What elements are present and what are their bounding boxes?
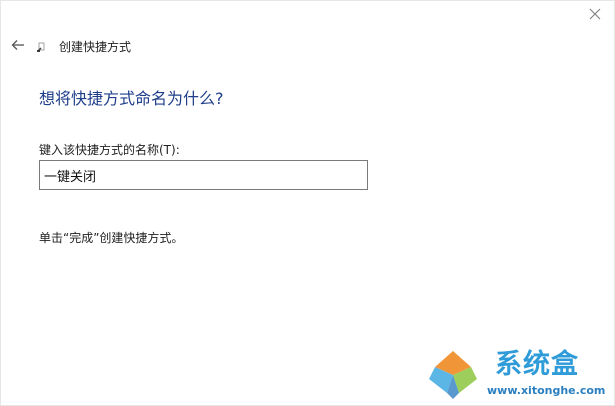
watermark-url-text: www.xitonghe.com xyxy=(487,384,606,397)
shortcut-name-label: 键入该快捷方式的名称(T): xyxy=(39,143,180,157)
page-title: 想将快捷方式命名为什么? xyxy=(39,89,224,108)
finish-instruction-text: 单击“完成”创建快捷方式。 xyxy=(39,231,184,245)
watermark-brand-text: 系统盒 xyxy=(495,349,579,380)
watermark: 系统盒 www.xitonghe.com xyxy=(425,345,611,403)
back-arrow-icon xyxy=(11,40,24,50)
close-icon xyxy=(589,8,601,20)
watermark-logo-icon xyxy=(429,351,477,399)
shortcut-wizard-icon xyxy=(37,42,45,52)
shortcut-name-input[interactable] xyxy=(39,160,368,190)
wizard-title: 创建快捷方式 xyxy=(59,40,132,54)
back-button[interactable] xyxy=(9,36,27,54)
close-button[interactable] xyxy=(582,3,608,25)
create-shortcut-window: 创建快捷方式 想将快捷方式命名为什么? 键入该快捷方式的名称(T): 单击“完成… xyxy=(0,0,615,406)
